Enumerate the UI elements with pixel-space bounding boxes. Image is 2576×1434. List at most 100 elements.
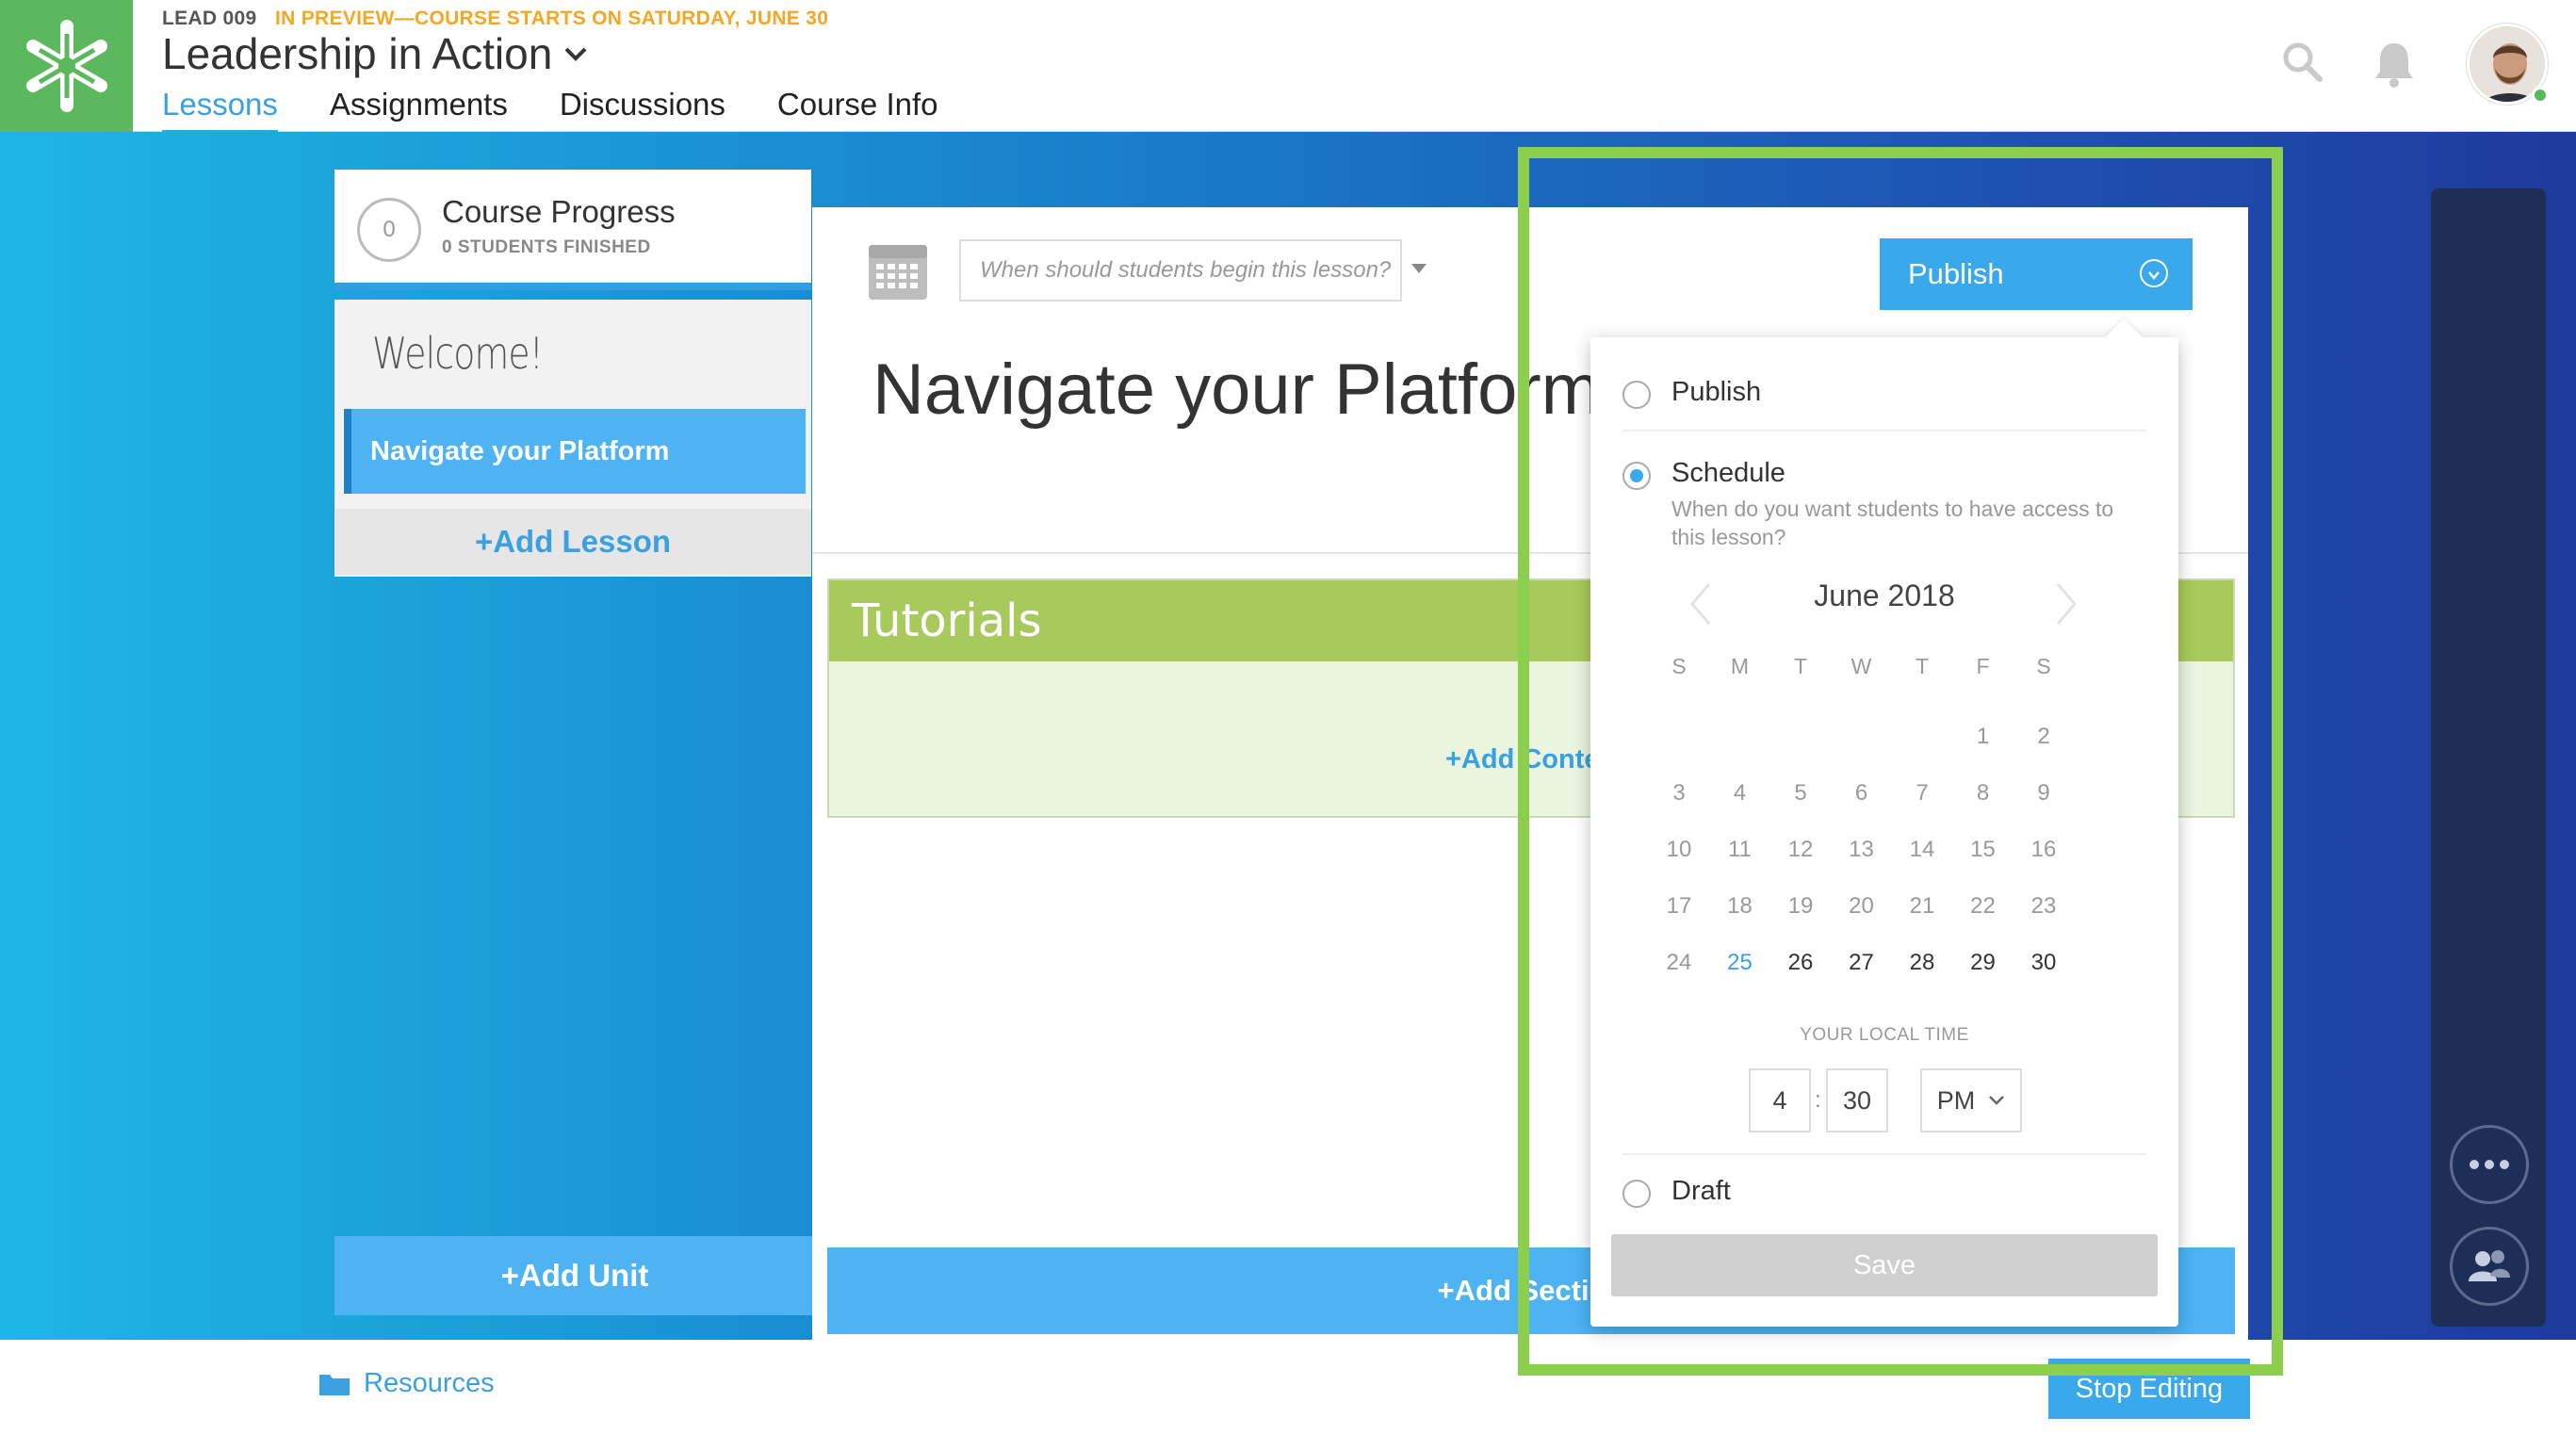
weekday-header: M [1730,654,1750,678]
lesson-title[interactable]: Navigate your Platform [872,349,1601,431]
tab-course-info[interactable]: Course Info [777,87,938,134]
schedule-description: When do you want students to have access… [1671,497,2114,549]
calendar-day: 8 [1976,780,1990,806]
online-status-dot [2532,87,2549,104]
calendar-button[interactable] [865,237,931,308]
add-unit-button[interactable]: +Add Unit [334,1236,815,1315]
minute-input[interactable]: 30 [1826,1068,1888,1133]
weekday-header: F [1976,654,1990,678]
stop-editing-button[interactable]: Stop Editing [2048,1359,2250,1419]
calendar-day[interactable]: 28 [1903,950,1941,976]
search-icon [2283,42,2323,82]
divider [1622,1153,2146,1155]
calendar-day: 17 [1666,893,1692,919]
next-month-button[interactable] [2052,580,2080,640]
notifications-button[interactable] [2372,40,2416,93]
draft-option[interactable]: Draft [1622,1176,1731,1208]
top-header: LEAD 009 IN PREVIEW—COURSE STARTS ON SAT… [0,0,2576,134]
bell-icon [2375,43,2413,88]
publish-option[interactable]: Publish [1622,377,1761,409]
calendar-day: 21 [1909,893,1935,919]
calendar-day: 14 [1909,837,1935,862]
calendar-day: 23 [2030,893,2057,919]
publish-button-label: Publish [1908,257,2004,290]
tab-lessons[interactable]: Lessons [162,87,278,134]
weekday-header: S [2036,654,2051,678]
divider [1622,430,2146,432]
calendar-day: 12 [1787,837,1814,862]
course-title: Leadership in Action [162,29,553,78]
chevron-down-icon [564,47,587,61]
publish-dropdown-button[interactable]: Publish [1880,238,2193,310]
draft-radio[interactable] [1622,1180,1651,1208]
caret-down-icon[interactable] [1411,264,1427,273]
more-options-button[interactable] [2450,1125,2529,1204]
calendar-day: 22 [1970,893,1996,919]
save-button[interactable]: Save [1611,1234,2158,1296]
users-icon [2469,1250,2510,1281]
calendar-day: 6 [1854,780,1868,806]
calendar-day: 9 [2037,780,2050,806]
calendar-day: 20 [1849,893,1874,919]
calendar-day: 13 [1849,837,1874,862]
calendar-day: 1 [1976,724,1990,749]
calendar-day: 11 [1728,837,1752,862]
calendar-month-label: June 2018 [1814,578,1955,612]
publish-radio[interactable] [1622,381,1651,409]
weekday-header: T [1793,654,1808,678]
meridiem-value: PM [1936,1085,1976,1115]
calendar-day[interactable]: 29 [1965,950,2002,976]
students-view-button[interactable] [2450,1227,2529,1306]
add-lesson-button[interactable]: +Add Lesson [334,509,811,575]
weekday-header: T [1915,654,1930,678]
tab-assignments[interactable]: Assignments [330,87,508,134]
course-progress-card[interactable]: 0 Course Progress 0 STUDENTS FINISHED [334,170,811,290]
folder-icon [319,1374,350,1395]
calendar-icon [869,245,927,300]
calendar-day: 5 [1794,780,1807,806]
weekday-header: S [1671,654,1687,678]
calendar-day[interactable]: 30 [2025,950,2062,976]
unit-panel: Welcome! Navigate your Platform +Add Les… [334,300,811,577]
search-button[interactable] [2280,40,2323,88]
course-title-dropdown[interactable]: Leadership in Action [162,28,588,79]
calendar-day: 16 [2030,837,2057,862]
calendar-day[interactable]: 26 [1782,950,1819,976]
hour-input[interactable]: 4 [1749,1068,1811,1133]
calendar-day[interactable]: 25 [1721,950,1759,976]
time-separator: : [1815,1087,1821,1113]
progress-title: Course Progress [442,194,676,229]
publish-option-label: Publish [1671,377,1762,407]
chevron-right-icon [2056,583,2077,625]
right-tool-rail [2431,188,2546,1327]
chevron-down-circle-icon [2140,259,2168,287]
progress-count: 0 [357,198,421,262]
schedule-option[interactable]: Schedule When do you want students to ha… [1622,458,2143,551]
draft-option-label: Draft [1671,1176,1731,1206]
local-time-label: YOUR LOCAL TIME [1800,1025,1969,1045]
schedule-option-label: Schedule [1671,458,1785,488]
calendar-day: 18 [1727,893,1753,919]
publish-options-popover: Publish Schedule When do you want studen… [1590,318,2178,1327]
asterisk-logo-icon [25,20,107,112]
calendar-day: 24 [1666,950,1692,975]
calendar-day: 4 [1733,780,1747,806]
resources-label: Resources [364,1368,495,1398]
course-nav-tabs: Lessons Assignments Discussions Course I… [162,87,990,134]
chevron-down-icon [1989,1096,2005,1105]
weekday-header: W [1850,654,1872,678]
calendar-day: 7 [1916,780,1929,806]
calendar-day: 2 [2037,724,2050,749]
unit-title[interactable]: Welcome! [372,328,544,379]
lesson-start-date-input[interactable]: When should students begin this lesson? [959,239,1402,301]
calendar-day: 19 [1787,893,1814,919]
lesson-item-navigate-your-platform[interactable]: Navigate your Platform [344,409,806,494]
schedule-radio[interactable] [1622,462,1651,490]
course-code: LEAD 009 [162,8,257,29]
tab-discussions[interactable]: Discussions [560,87,726,134]
app-logo[interactable] [0,0,133,132]
resources-link[interactable]: Resources [318,1368,495,1399]
calendar-day[interactable]: 27 [1843,950,1881,976]
meridiem-select[interactable]: PM [1920,1068,2022,1133]
progress-subtitle: 0 STUDENTS FINISHED [442,237,651,257]
